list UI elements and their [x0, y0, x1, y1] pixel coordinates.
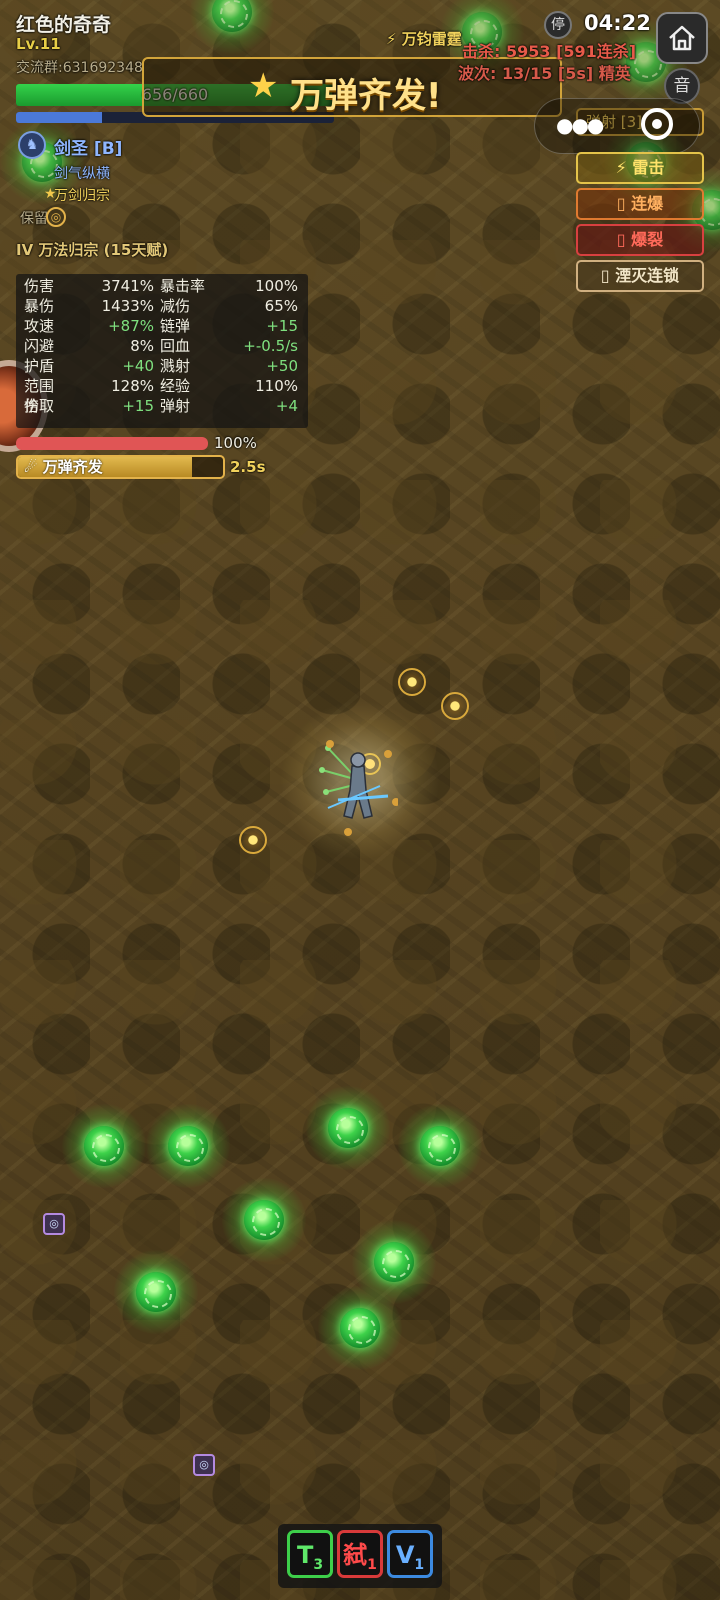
- enemy-orb: [146, 1104, 230, 1188]
- banner-text: 万弹齐发!: [290, 76, 442, 116]
- hero-character: [319, 740, 398, 836]
- stat-label: 伤害: [24, 277, 55, 295]
- close-target-icon[interactable]: [641, 108, 673, 140]
- stat-row: 闪避 8% 回血 +-0.5/s: [24, 336, 300, 356]
- affix-annihilation-chain[interactable]: ▯ 湮灭连锁: [576, 260, 704, 292]
- skill-button-shi[interactable]: 弑1: [337, 1530, 383, 1578]
- stat-row: 范围伤 128% 经验 110%: [24, 376, 300, 415]
- stat-label: 弹射: [160, 397, 191, 415]
- stat-row: 伤害 3741% 暴击率 100%: [24, 276, 300, 296]
- stat-label: 减伤: [160, 297, 191, 315]
- coin-pickup: [239, 826, 267, 854]
- kill-counter: 击杀: 5953 [591连杀]: [462, 42, 637, 61]
- ultimate-label: ☄ 万弹齐发: [24, 458, 103, 476]
- enemy-orb: [62, 1104, 146, 1188]
- swordsman-icon: ♞: [18, 131, 46, 159]
- stats-panel: 伤害 3741% 暴击率 100% 暴伤 1433% 减伤 65% 攻速 +87% 链弹 +15 闪避 8…: [16, 274, 308, 428]
- guard-label: 保留: [20, 211, 48, 227]
- stat-value: 128%: [111, 377, 154, 395]
- more-icon[interactable]: ●●●: [556, 113, 604, 137]
- pause-button[interactable]: 停: [544, 11, 572, 39]
- stat-label: 闪避: [24, 337, 55, 355]
- stat-label: 拾取: [24, 397, 55, 415]
- stat-row: 攻速 +87% 链弹 +15: [24, 316, 300, 336]
- player-name: 红色的奇奇: [16, 14, 112, 36]
- enemy-orb: [306, 1086, 390, 1170]
- stat-label: 链弹: [160, 317, 191, 335]
- affix-chain-blast[interactable]: ▯ 连爆: [576, 188, 704, 220]
- stat-value: +40: [122, 357, 154, 375]
- stat-label: 攻速: [24, 317, 55, 335]
- guard-icon[interactable]: ◎: [46, 207, 66, 227]
- shield-percent: 100%: [214, 434, 257, 452]
- stat-row: 护盾 +40 溅射 +50: [24, 356, 300, 376]
- home-icon: [669, 25, 695, 51]
- gem-pickup: ◎: [43, 1213, 65, 1235]
- stat-value: 65%: [264, 297, 298, 315]
- affix-thunder[interactable]: ⚡ 雷击: [576, 152, 704, 184]
- stat-label: 暴击率: [160, 277, 206, 295]
- talent-line: IV 万法归宗 (15天赋): [16, 241, 169, 259]
- stat-row: 暴伤 1433% 减伤 65%: [24, 296, 300, 316]
- affix-burst[interactable]: ▯ 爆裂: [576, 224, 704, 256]
- stat-value: 1433%: [101, 297, 154, 315]
- group-id: 交流群:631692348: [16, 60, 143, 76]
- stat-value: 100%: [255, 277, 298, 295]
- stat-row: 拾取 +15 弹射 +4: [24, 396, 300, 416]
- swirl-icon: ☄: [24, 458, 43, 476]
- stat-value: 8%: [130, 337, 154, 355]
- stat-label: 范围伤: [24, 377, 55, 415]
- weapon-name: ⚡ 万钧雷霆: [386, 30, 462, 48]
- coin-pickup: [441, 692, 469, 720]
- class-name: 剑圣 [B]: [54, 139, 123, 159]
- ultimate-cooldown: 2.5s: [230, 458, 266, 476]
- stat-label: 溅射: [160, 357, 191, 375]
- game-timer: 04:22: [584, 11, 651, 35]
- stat-value: +87%: [108, 317, 154, 335]
- skill-button-v[interactable]: V1: [387, 1530, 433, 1578]
- home-button[interactable]: [656, 12, 708, 64]
- enemy-orb: [190, 0, 274, 54]
- stat-value: +15: [122, 397, 154, 415]
- enemy-orb: [222, 1178, 306, 1262]
- stat-value: +4: [275, 397, 298, 415]
- ultimate-bar[interactable]: ☄ 万弹齐发: [16, 455, 225, 479]
- stat-label: 回血: [160, 337, 191, 355]
- enemy-orb: [114, 1250, 198, 1334]
- stat-label: 护盾: [24, 357, 55, 375]
- star-swirl-icon: ★: [248, 66, 279, 106]
- player-level: Lv.11: [16, 35, 61, 53]
- stat-label: 暴伤: [24, 297, 55, 315]
- game-field[interactable]: ◎ ◎ 红色的奇奇 Lv.11 交流群:631692348 656/660 ♞ …: [0, 0, 720, 1600]
- stat-label: 经验: [160, 377, 191, 395]
- stat-value: +-0.5/s: [243, 337, 298, 355]
- skill-button-t[interactable]: T3: [287, 1530, 333, 1578]
- stat-value: +50: [266, 357, 298, 375]
- gem-pickup: ◎: [193, 1454, 215, 1476]
- skill-name: 剑气纵横: [54, 166, 110, 182]
- stat-value: 110%: [255, 377, 298, 395]
- enemy-orb: [318, 1286, 402, 1370]
- stat-value: +15: [266, 317, 298, 335]
- skill-name: 万剑归宗: [54, 188, 110, 204]
- stat-value: 3741%: [101, 277, 154, 295]
- enemy-orb: [398, 1104, 482, 1188]
- wave-counter: 波次: 13/15 [5s] 精英: [458, 64, 631, 83]
- coin-pickup: [398, 668, 426, 696]
- shield-bar: [16, 437, 208, 450]
